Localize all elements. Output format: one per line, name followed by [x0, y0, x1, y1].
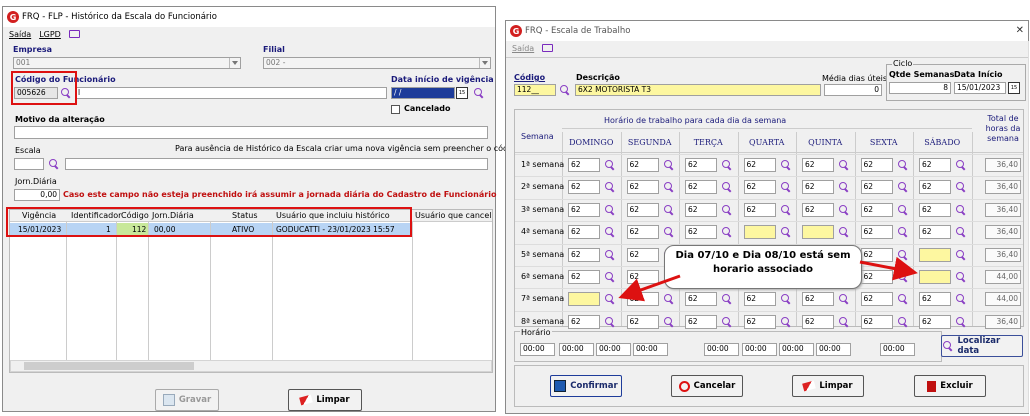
arrow-right — [859, 256, 918, 281]
annotation-arrows — [618, 256, 918, 302]
arrow-left — [618, 274, 681, 302]
